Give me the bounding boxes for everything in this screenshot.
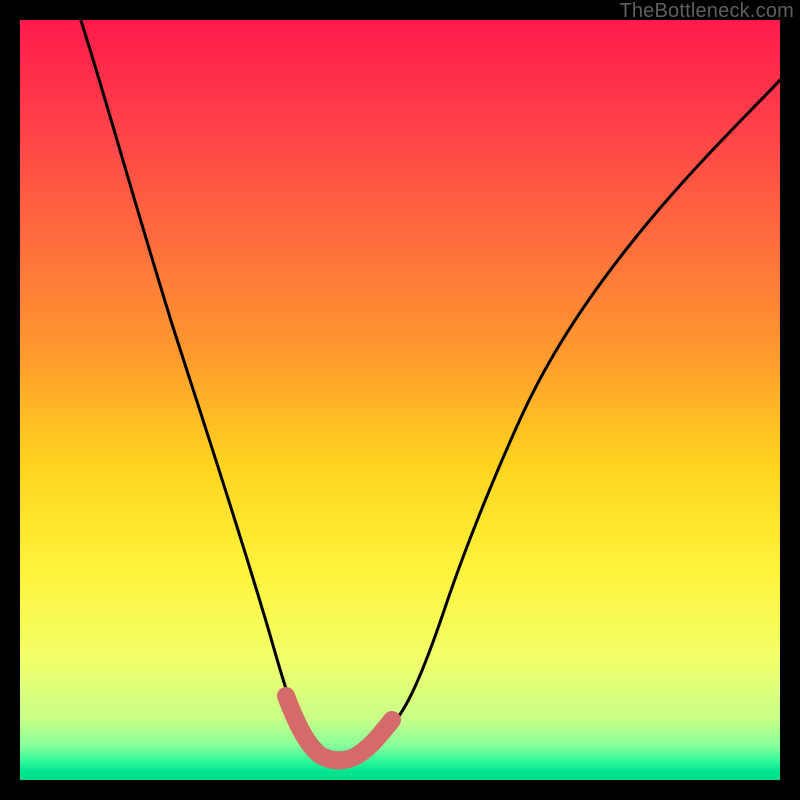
optimal-range-highlight xyxy=(286,696,392,760)
bottleneck-curve xyxy=(81,20,780,761)
plot-area xyxy=(20,20,780,780)
attribution-watermark: TheBottleneck.com xyxy=(619,0,794,23)
bottleneck-curve-layer xyxy=(20,20,780,780)
chart-frame: TheBottleneck.com xyxy=(0,0,800,800)
